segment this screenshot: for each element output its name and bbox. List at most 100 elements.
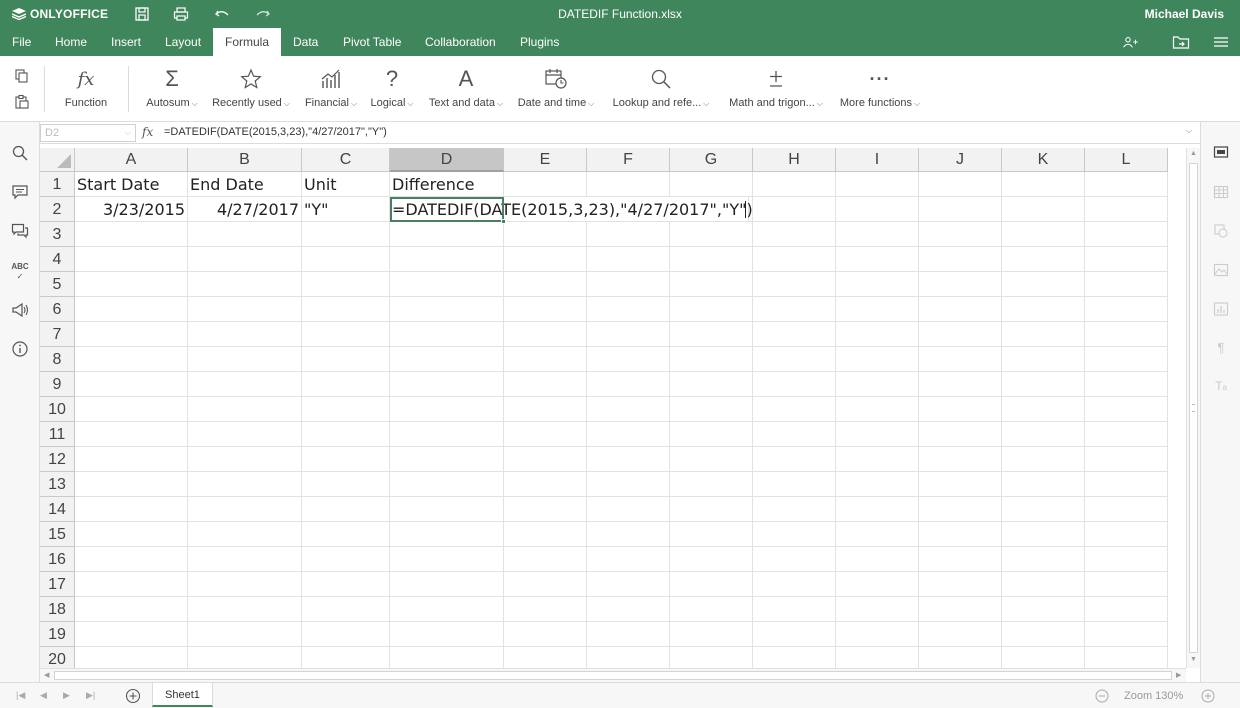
cell-e9[interactable] (504, 372, 587, 397)
formula-input[interactable]: =DATEDIF(DATE(2015,3,23),"4/27/2017","Y"… (164, 126, 387, 138)
cell-e16[interactable] (504, 547, 587, 572)
cell-e3[interactable] (504, 222, 587, 247)
cell-g20[interactable] (670, 647, 753, 668)
cell-c6[interactable] (302, 297, 390, 322)
cell-b16[interactable] (188, 547, 302, 572)
row-header-10[interactable]: 10 (40, 397, 75, 422)
cell-g4[interactable] (670, 247, 753, 272)
cell-k15[interactable] (1002, 522, 1085, 547)
cell-i1[interactable] (836, 172, 919, 197)
cell-k13[interactable] (1002, 472, 1085, 497)
vertical-scrollbar[interactable]: ▲ ▼ (1186, 148, 1200, 668)
cell-d14[interactable] (390, 497, 504, 522)
sheet-tab[interactable]: Sheet1 (152, 683, 213, 707)
cell-c13[interactable] (302, 472, 390, 497)
cell-h19[interactable] (753, 622, 836, 647)
cell-j14[interactable] (919, 497, 1002, 522)
text-art-settings-icon[interactable]: Ta (1213, 379, 1229, 395)
cell-j13[interactable] (919, 472, 1002, 497)
row-header-12[interactable]: 12 (40, 447, 75, 472)
cell-f4[interactable] (587, 247, 670, 272)
cell-j19[interactable] (919, 622, 1002, 647)
user-name[interactable]: Michael Davis (1145, 7, 1224, 21)
cell-b3[interactable] (188, 222, 302, 247)
cell-k5[interactable] (1002, 272, 1085, 297)
cell-h1[interactable] (753, 172, 836, 197)
row-header-15[interactable]: 15 (40, 522, 75, 547)
cell-k7[interactable] (1002, 322, 1085, 347)
date-and-time-button[interactable]: Date and time ⌵ (512, 56, 600, 122)
cell-k6[interactable] (1002, 297, 1085, 322)
cell-g15[interactable] (670, 522, 753, 547)
cell-l7[interactable] (1085, 322, 1168, 347)
cell-j15[interactable] (919, 522, 1002, 547)
horizontal-scroll-thumb[interactable] (54, 671, 1172, 680)
cell-c10[interactable] (302, 397, 390, 422)
cell-a12[interactable] (75, 447, 188, 472)
copy-icon[interactable] (14, 68, 30, 84)
cell-d9[interactable] (390, 372, 504, 397)
cell-a3[interactable] (75, 222, 188, 247)
cell-k1[interactable] (1002, 172, 1085, 197)
cell-h4[interactable] (753, 247, 836, 272)
scroll-up-icon[interactable]: ▲ (1189, 150, 1198, 159)
cell-b1[interactable]: End Date (188, 172, 302, 197)
cell-g10[interactable] (670, 397, 753, 422)
cell-a11[interactable] (75, 422, 188, 447)
first-sheet-icon[interactable]: |◀ (16, 690, 25, 701)
cell-j6[interactable] (919, 297, 1002, 322)
column-header-f[interactable]: F (587, 148, 670, 172)
cell-h12[interactable] (753, 447, 836, 472)
cell-settings-icon[interactable] (1213, 144, 1229, 160)
cell-e5[interactable] (504, 272, 587, 297)
cell-h8[interactable] (753, 347, 836, 372)
cell-g18[interactable] (670, 597, 753, 622)
cell-d15[interactable] (390, 522, 504, 547)
cell-d5[interactable] (390, 272, 504, 297)
cell-k11[interactable] (1002, 422, 1085, 447)
cell-b4[interactable] (188, 247, 302, 272)
cell-f10[interactable] (587, 397, 670, 422)
column-header-i[interactable]: I (836, 148, 919, 172)
cell-d13[interactable] (390, 472, 504, 497)
cell-a4[interactable] (75, 247, 188, 272)
cell-j12[interactable] (919, 447, 1002, 472)
column-header-d[interactable]: D (390, 148, 504, 172)
tab-plugins[interactable]: Plugins (508, 28, 571, 56)
cell-d6[interactable] (390, 297, 504, 322)
cell-d18[interactable] (390, 597, 504, 622)
cell-c12[interactable] (302, 447, 390, 472)
fill-handle[interactable] (501, 219, 506, 224)
prev-sheet-icon[interactable]: ◀ (40, 690, 47, 701)
cell-k10[interactable] (1002, 397, 1085, 422)
cell-b8[interactable] (188, 347, 302, 372)
column-header-l[interactable]: L (1085, 148, 1168, 172)
horizontal-scrollbar[interactable]: ◀ ▶ (40, 668, 1186, 682)
cell-d2[interactable]: =DATEDIF(DATE(2015,3,23),"4/27/2017","Y"… (390, 197, 753, 222)
cell-i2[interactable] (836, 197, 919, 222)
row-header-5[interactable]: 5 (40, 272, 75, 297)
scroll-left-icon[interactable]: ◀ (44, 671, 49, 679)
cell-c18[interactable] (302, 597, 390, 622)
cell-j10[interactable] (919, 397, 1002, 422)
cell-i10[interactable] (836, 397, 919, 422)
cell-b5[interactable] (188, 272, 302, 297)
cell-f6[interactable] (587, 297, 670, 322)
column-header-e[interactable]: E (504, 148, 587, 172)
tab-data[interactable]: Data (281, 28, 330, 56)
cell-e1[interactable] (504, 172, 587, 197)
cell-f13[interactable] (587, 472, 670, 497)
cell-i11[interactable] (836, 422, 919, 447)
column-header-c[interactable]: C (302, 148, 390, 172)
chat-icon[interactable] (11, 222, 29, 240)
cell-b18[interactable] (188, 597, 302, 622)
cell-c15[interactable] (302, 522, 390, 547)
open-location-icon[interactable] (1172, 34, 1190, 50)
cell-g13[interactable] (670, 472, 753, 497)
cell-h17[interactable] (753, 572, 836, 597)
cell-d3[interactable] (390, 222, 504, 247)
cell-d1[interactable]: Difference (390, 172, 504, 197)
cell-i12[interactable] (836, 447, 919, 472)
cell-i7[interactable] (836, 322, 919, 347)
cell-i20[interactable] (836, 647, 919, 668)
